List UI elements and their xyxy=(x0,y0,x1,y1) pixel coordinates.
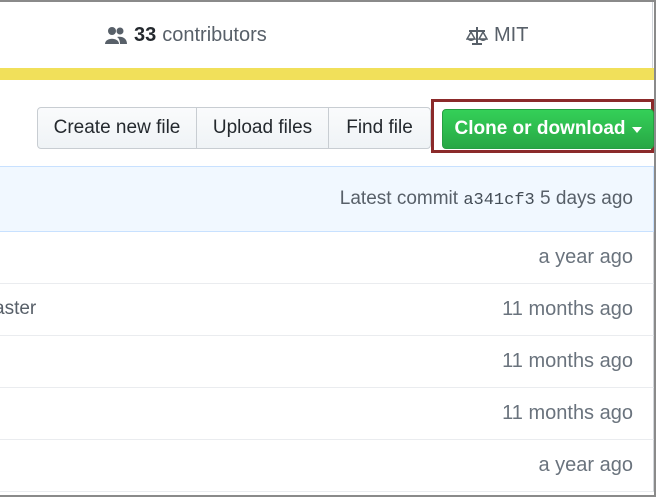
file-age: 11 months ago xyxy=(502,298,633,320)
file-row: 11 months ago xyxy=(0,388,654,440)
license-label: MIT xyxy=(494,24,529,46)
commit-sha-link[interactable]: a341cf3 xyxy=(463,191,534,210)
license-link[interactable]: MIT xyxy=(466,24,528,47)
file-row: 11 months ago xyxy=(0,336,654,388)
file-age: 11 months ago xyxy=(502,350,633,372)
create-new-file-button[interactable]: Create new file xyxy=(37,107,197,149)
file-row: aster 11 months ago xyxy=(0,284,654,336)
file-age: a year ago xyxy=(538,454,633,476)
clone-or-download-button[interactable]: Clone or download xyxy=(442,109,654,149)
latest-commit-label: Latest commit xyxy=(339,188,459,209)
upload-files-button[interactable]: Upload files xyxy=(196,107,329,149)
contributors-label: contributors xyxy=(162,24,267,46)
file-age: a year ago xyxy=(538,246,633,268)
contributors-count: 33 xyxy=(134,24,157,46)
repo-summary: 33 contributors MIT xyxy=(0,2,653,68)
commit-message-link[interactable]: aster xyxy=(0,298,36,320)
file-age: 11 months ago xyxy=(502,402,633,424)
caret-down-icon xyxy=(631,127,642,133)
language-bar[interactable] xyxy=(0,68,654,80)
clone-or-download-label: Clone or download xyxy=(454,118,626,139)
latest-commit: Latest commit a341cf3 5 days ago xyxy=(340,188,633,210)
file-row: a year ago xyxy=(0,440,654,492)
file-navigation-buttons: Create new file Upload files Find file xyxy=(37,107,431,149)
find-file-button[interactable]: Find file xyxy=(328,107,431,149)
contributors-link[interactable]: 33 contributors xyxy=(104,24,267,47)
commit-age: 5 days ago xyxy=(540,188,633,209)
law-icon xyxy=(466,26,488,46)
commit-tease: Latest commit a341cf3 5 days ago xyxy=(0,166,654,232)
file-row: a year ago xyxy=(0,232,654,284)
people-icon xyxy=(104,26,128,46)
file-list: a year ago aster 11 months ago 11 months… xyxy=(0,232,654,492)
repository-panel: 33 contributors MIT Create new file Uplo… xyxy=(0,0,656,497)
